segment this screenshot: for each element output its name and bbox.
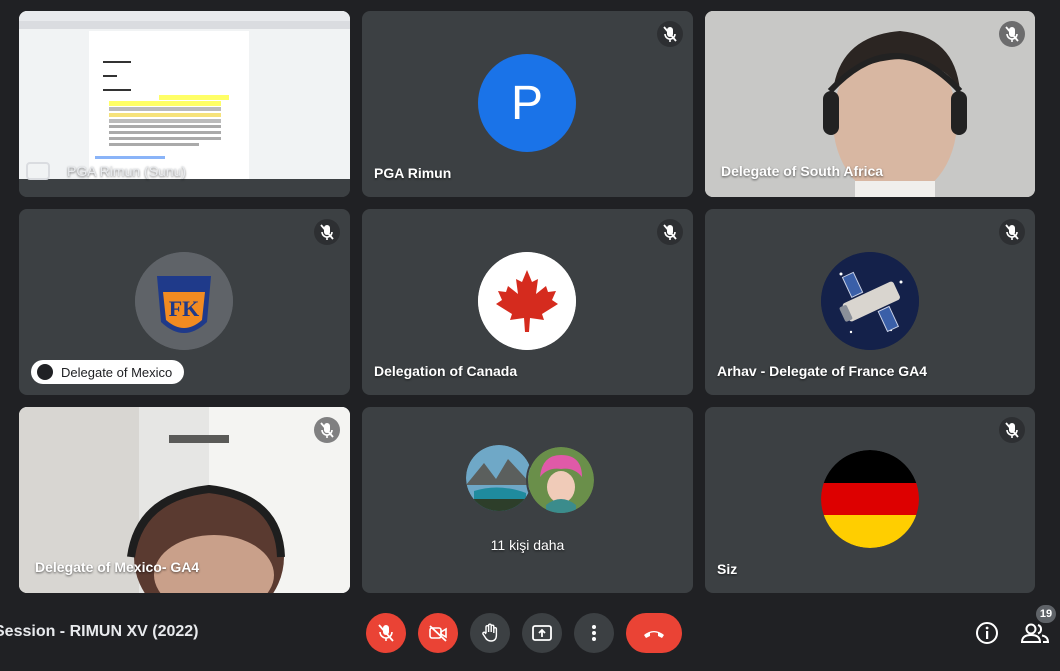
mic-off-icon xyxy=(999,219,1025,245)
participant-tile-canada[interactable]: Delegation of Canada xyxy=(362,209,693,395)
mic-off-icon xyxy=(999,21,1025,47)
present-icon xyxy=(532,625,552,641)
more-participants-label: 11 kişi daha xyxy=(490,537,565,553)
leave-call-button[interactable] xyxy=(626,613,682,653)
meeting-details-button[interactable] xyxy=(974,620,1000,646)
canada-flag-avatar xyxy=(478,252,576,350)
participant-tile-self[interactable]: Siz xyxy=(705,407,1035,593)
presentation-label: PGA Rimun (Sunu) xyxy=(67,163,187,179)
mic-off-icon xyxy=(657,219,683,245)
participants-button[interactable] xyxy=(1020,620,1050,646)
hang-up-icon xyxy=(644,631,664,638)
more-options-button[interactable] xyxy=(574,613,614,653)
mic-off-icon xyxy=(378,624,394,642)
raise-hand-button[interactable] xyxy=(470,613,510,653)
person-icon xyxy=(37,364,53,380)
more-participants-tile[interactable]: 11 kişi daha xyxy=(362,407,693,593)
mic-off-icon xyxy=(314,219,340,245)
svg-text:FK: FK xyxy=(169,296,200,321)
people-icon xyxy=(1020,623,1050,643)
landscape-avatar xyxy=(466,445,532,511)
participant-name: Delegate of Mexico- GA4 xyxy=(35,559,200,575)
mic-toggle-button[interactable] xyxy=(366,613,406,653)
participant-name: Arhav - Delegate of France GA4 xyxy=(717,363,928,379)
participant-name: Delegation of Canada xyxy=(374,363,518,379)
camera-toggle-button[interactable] xyxy=(418,613,458,653)
germany-flag-avatar xyxy=(821,450,919,548)
participant-name: PGA Rimun xyxy=(374,165,452,181)
avatar-initial: P xyxy=(510,76,543,130)
participant-name: Siz xyxy=(717,561,738,577)
school-crest-avatar: FK xyxy=(135,252,233,350)
anime-avatar xyxy=(526,445,596,515)
mic-off-icon xyxy=(314,417,340,443)
participant-tile-south-africa[interactable]: Delegate of South Africa xyxy=(705,11,1035,197)
mic-off-icon xyxy=(999,417,1025,443)
participant-name: Delegate of South Africa xyxy=(721,163,884,179)
meeting-title: Session - RIMUN XV (2022) xyxy=(0,623,199,640)
mic-off-icon xyxy=(657,21,683,47)
participant-name: Delegate of Mexico xyxy=(61,364,173,380)
participant-tile-pga-rimun[interactable]: P PGA Rimun xyxy=(362,11,693,197)
more-vert-icon xyxy=(592,625,596,641)
present-screen-button[interactable] xyxy=(522,613,562,653)
participant-count-badge: 19 xyxy=(1036,605,1056,623)
participant-tile-mexico-ga4[interactable]: Delegate of Mexico- GA4 xyxy=(19,407,350,593)
speaking-name-chip: Delegate of Mexico xyxy=(31,360,185,384)
participant-tile-mexico[interactable]: FK Delegate of Mexico xyxy=(19,209,350,395)
participant-tile-france[interactable]: Arhav - Delegate of France GA4 xyxy=(705,209,1035,395)
presentation-tile[interactable]: PGA Rimun (Sunu) xyxy=(19,11,350,197)
avatar: P xyxy=(478,54,576,152)
camera-off-icon xyxy=(429,625,447,642)
info-icon xyxy=(976,622,998,644)
hand-icon xyxy=(482,623,498,642)
telescope-avatar xyxy=(821,252,919,350)
